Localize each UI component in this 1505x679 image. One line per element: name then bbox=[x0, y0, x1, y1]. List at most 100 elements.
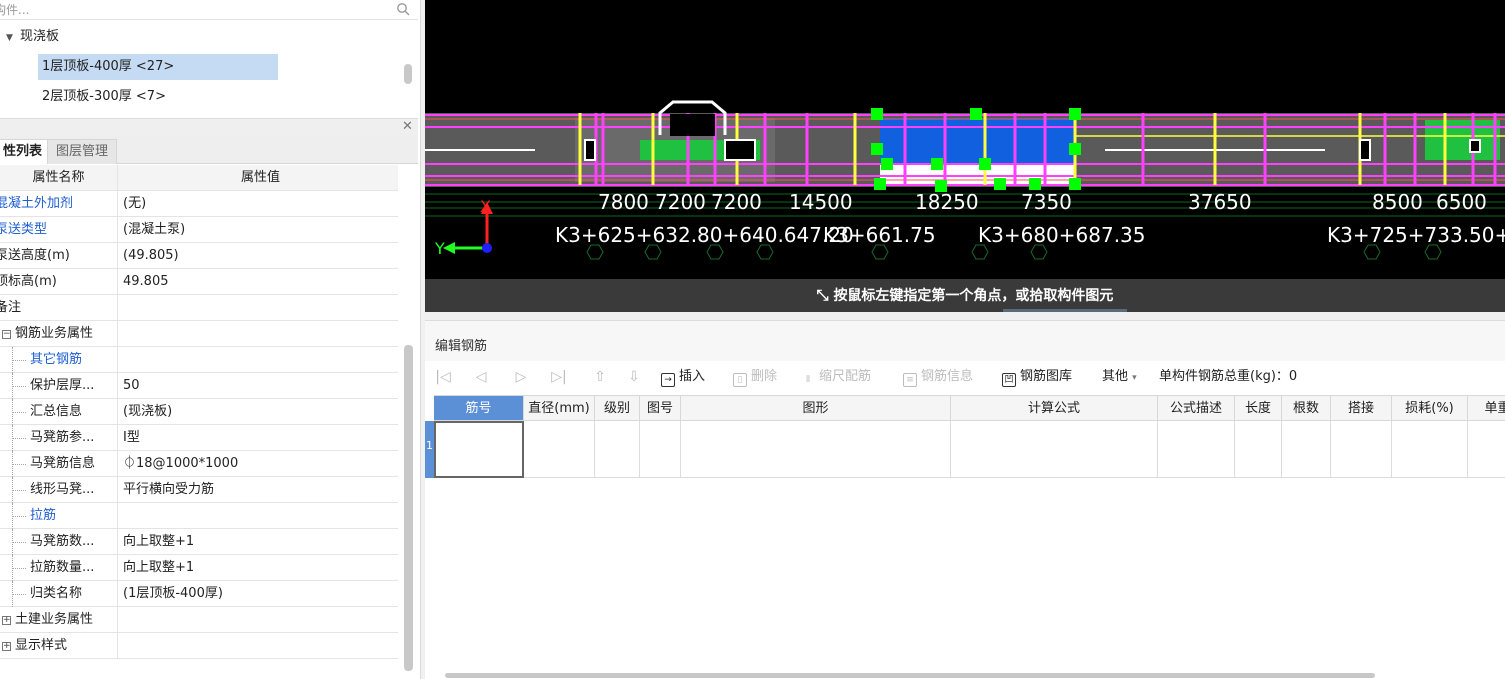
property-value-cell[interactable]: (无) bbox=[118, 191, 398, 217]
column-header[interactable]: 级别 bbox=[595, 395, 640, 421]
property-row[interactable]: 拉筋数量... 向上取整+1 bbox=[0, 555, 398, 581]
grid-cell[interactable] bbox=[1235, 421, 1282, 478]
drawing-canvas[interactable]: XY 7800 7200 7200 14500 18250 7350 37650 8500 65… bbox=[425, 0, 1505, 279]
rebar-info-button[interactable]: ≡ 钢筋信息 bbox=[903, 367, 973, 387]
tree-group-cast-slab[interactable]: ▼ 现浇板 bbox=[6, 25, 59, 49]
grip-handle bbox=[970, 108, 982, 120]
property-row[interactable]: + 土建业务属性 bbox=[0, 607, 398, 633]
property-row[interactable]: 归类名称 (1层顶板-400厚) bbox=[0, 581, 398, 607]
move-down-icon[interactable]: ⇩ bbox=[626, 367, 642, 387]
previous-record-icon[interactable]: ◁ bbox=[473, 367, 489, 387]
property-value-cell[interactable]: 向上取整+1 bbox=[118, 555, 398, 581]
property-value-cell[interactable]: (1层顶板-400厚) bbox=[118, 581, 398, 607]
column-header[interactable]: 筋号 bbox=[434, 395, 524, 421]
property-value-cell[interactable]: 49.805 bbox=[118, 269, 398, 295]
station-marker bbox=[756, 244, 774, 260]
property-value-cell[interactable]: 50 bbox=[118, 373, 398, 399]
property-value-cell[interactable] bbox=[118, 607, 398, 633]
grid-cell[interactable] bbox=[951, 421, 1158, 478]
grip-handle bbox=[1029, 178, 1041, 190]
column-header[interactable]: 单重 bbox=[1468, 395, 1505, 421]
insert-button[interactable]: → 插入 bbox=[661, 367, 705, 387]
property-row[interactable]: 泵送高度(m) (49.805) bbox=[0, 243, 398, 269]
column-header[interactable]: 长度 bbox=[1235, 395, 1282, 421]
collapse-icon[interactable]: − bbox=[2, 330, 11, 339]
property-value-cell[interactable]: 平行横向受力筋 bbox=[118, 477, 398, 503]
column-header[interactable]: 图形 bbox=[681, 395, 951, 421]
property-value-cell[interactable] bbox=[118, 347, 398, 373]
property-value-cell[interactable]: (混凝土泵) bbox=[118, 217, 398, 243]
scale-rebar-button[interactable]: ⫴ 缩尺配筋 bbox=[801, 367, 871, 387]
grid-cell[interactable] bbox=[1331, 421, 1392, 478]
tab-property-list[interactable]: 性列表 bbox=[0, 139, 52, 164]
property-value-cell[interactable]: (现浇板) bbox=[118, 399, 398, 425]
tree-item-slab-2[interactable]: 2层顶板-300厚 <7> bbox=[38, 84, 278, 110]
horizontal-scrollbar[interactable] bbox=[445, 673, 1375, 678]
property-row[interactable]: 汇总信息 (现浇板) bbox=[0, 399, 398, 425]
move-up-icon[interactable]: ⇧ bbox=[592, 367, 608, 387]
tree-scrollbar[interactable] bbox=[404, 64, 412, 84]
caret-down-icon[interactable]: ▼ bbox=[6, 26, 16, 50]
grid-cell[interactable] bbox=[1158, 421, 1235, 478]
property-row[interactable]: 混凝土外加剂 (无) bbox=[0, 191, 398, 217]
column-header[interactable]: 直径(mm) bbox=[524, 395, 595, 421]
property-value-cell[interactable]: (49.805) bbox=[118, 243, 398, 269]
grid-cell[interactable] bbox=[1392, 421, 1468, 478]
property-value-cell[interactable]: 向上取整+1 bbox=[118, 529, 398, 555]
grid-cell[interactable] bbox=[524, 421, 595, 478]
grid-cell[interactable] bbox=[640, 421, 681, 478]
property-value-cell[interactable] bbox=[118, 633, 398, 659]
property-row[interactable]: 马凳筋数... 向上取整+1 bbox=[0, 529, 398, 555]
column-header[interactable]: 损耗(%) bbox=[1392, 395, 1468, 421]
grid-cell[interactable] bbox=[1468, 421, 1505, 478]
property-value-cell[interactable] bbox=[118, 295, 398, 321]
expand-icon[interactable]: + bbox=[2, 642, 11, 651]
grid-cell[interactable] bbox=[681, 421, 951, 478]
property-row[interactable]: 泵送类型 (混凝土泵) bbox=[0, 217, 398, 243]
close-icon[interactable]: ✕ bbox=[402, 119, 413, 134]
property-table: 属性名称 属性值 混凝土外加剂 (无) 泵送类型 (混凝土泵) 泵送高度(m) (49.8… bbox=[0, 165, 398, 659]
property-row[interactable]: 拉筋 bbox=[0, 503, 398, 529]
property-scrollbar[interactable] bbox=[404, 345, 413, 671]
other-dropdown[interactable]: 其他 ▾ bbox=[1102, 367, 1137, 387]
column-header[interactable]: 搭接 bbox=[1331, 395, 1392, 421]
property-row[interactable]: 备注 bbox=[0, 295, 398, 321]
station-marker bbox=[1363, 244, 1381, 260]
search-icon[interactable] bbox=[396, 2, 410, 16]
header-property-name: 属性名称 bbox=[0, 165, 118, 191]
property-row[interactable]: 马凳筋信息 ⏀18@1000*1000 bbox=[0, 451, 398, 477]
other-label: 其他 bbox=[1102, 369, 1129, 384]
property-value-cell[interactable] bbox=[118, 503, 398, 529]
grid-cell[interactable] bbox=[595, 421, 640, 478]
grid-cell[interactable] bbox=[1282, 421, 1331, 478]
property-value-cell[interactable]: ⏀18@1000*1000 bbox=[118, 451, 398, 477]
column-header[interactable]: 公式描述 bbox=[1158, 395, 1235, 421]
left-panel: ▼ 现浇板 1层顶板-400厚 <27> 2层顶板-300厚 <7> ✕ 性列表 … bbox=[0, 0, 420, 679]
first-record-icon[interactable]: |◁ bbox=[435, 367, 451, 387]
property-row[interactable]: 线形马凳... 平行横向受力筋 bbox=[0, 477, 398, 503]
next-record-icon[interactable]: ▷ bbox=[513, 367, 529, 387]
property-value-cell[interactable]: Ⅰ型 bbox=[118, 425, 398, 451]
rebar-library-button[interactable]: 凹钢筋图库 bbox=[1002, 367, 1072, 387]
property-row[interactable]: + 显示样式 bbox=[0, 633, 398, 659]
property-row[interactable]: 顶标高(m) 49.805 bbox=[0, 269, 398, 295]
column-header[interactable]: 图号 bbox=[640, 395, 681, 421]
component-search-input[interactable] bbox=[0, 0, 384, 19]
last-record-icon[interactable]: ▷| bbox=[551, 367, 567, 387]
expand-icon[interactable]: + bbox=[2, 616, 11, 625]
row-number-1[interactable]: 1 bbox=[425, 421, 434, 478]
tree-item-slab-1[interactable]: 1层顶板-400厚 <27> bbox=[38, 54, 278, 80]
panel-splitter[interactable]: ✕ bbox=[0, 118, 418, 136]
delete-button[interactable]: ▯ 删除 bbox=[733, 367, 777, 387]
grid-cell[interactable] bbox=[434, 421, 524, 478]
property-row[interactable]: 马凳筋参... Ⅰ型 bbox=[0, 425, 398, 451]
property-row[interactable]: 保护层厚... 50 bbox=[0, 373, 398, 399]
rebar-library-label: 钢筋图库 bbox=[1020, 369, 1073, 384]
property-value-cell[interactable] bbox=[118, 321, 398, 347]
tree-branch bbox=[12, 490, 26, 491]
column-header[interactable]: 根数 bbox=[1282, 395, 1331, 421]
tab-layer-management[interactable]: 图层管理 bbox=[47, 139, 118, 164]
property-row[interactable]: 其它钢筋 bbox=[0, 347, 398, 373]
property-row[interactable]: − 钢筋业务属性 bbox=[0, 321, 398, 347]
column-header[interactable]: 计算公式 bbox=[951, 395, 1158, 421]
